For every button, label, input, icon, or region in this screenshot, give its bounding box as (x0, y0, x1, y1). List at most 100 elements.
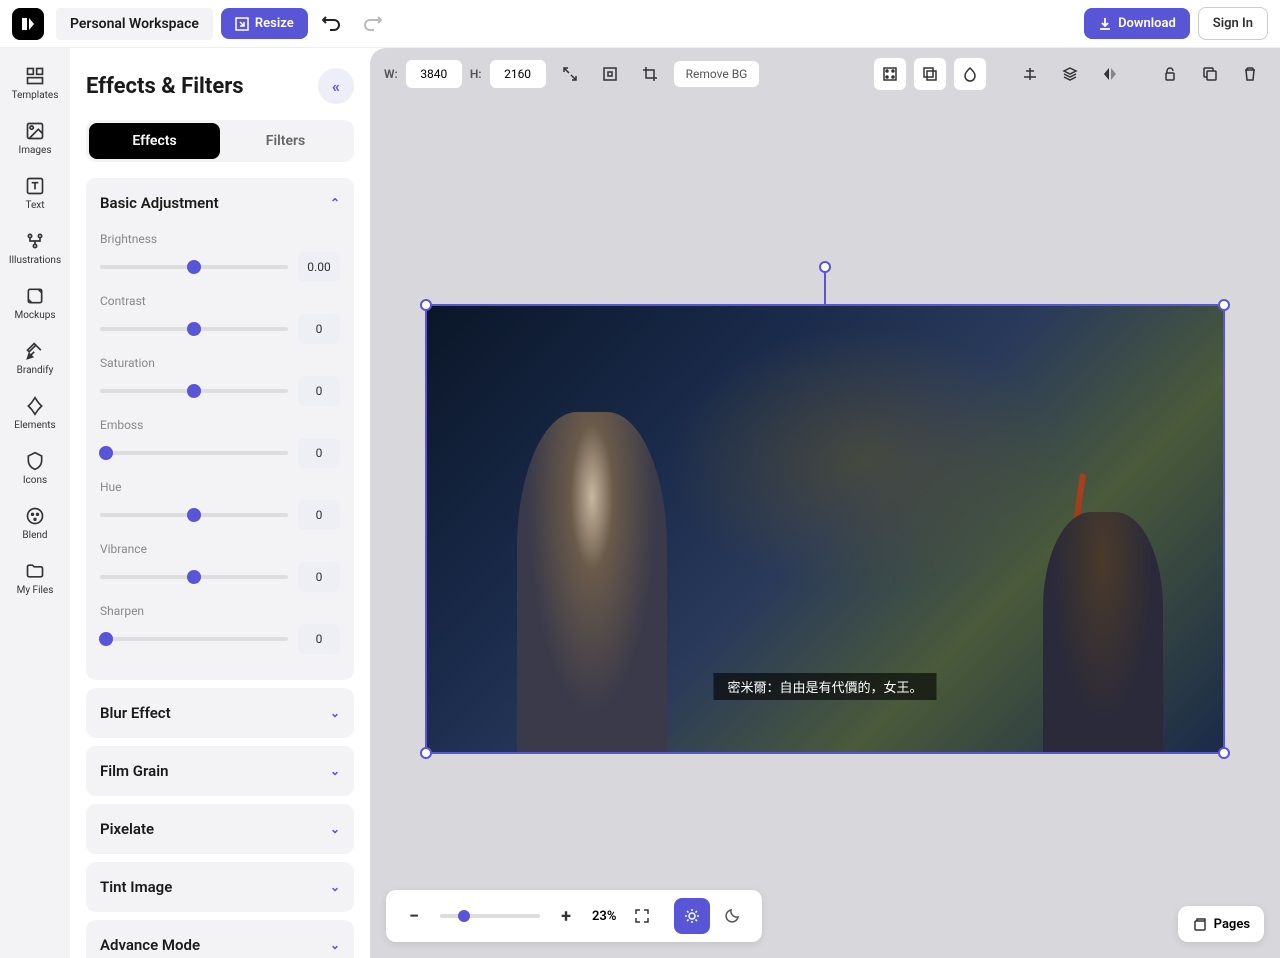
opacity-icon[interactable] (954, 58, 986, 90)
sharpen-slider[interactable] (100, 637, 288, 641)
nav-text[interactable]: Text (5, 168, 65, 219)
emboss-label: Emboss (100, 418, 340, 432)
effects-panel: Effects & Filters « Effects Filters Basi… (70, 48, 370, 958)
hue-slider[interactable] (100, 513, 288, 517)
chevron-down-icon: ⌄ (330, 706, 340, 720)
resize-button[interactable]: Resize (221, 8, 308, 39)
vibrance-slider[interactable] (100, 575, 288, 579)
light-mode-button[interactable] (674, 898, 710, 934)
contrast-value[interactable]: 0 (298, 314, 340, 344)
section-blur-header[interactable]: Blur Effect ⌄ (86, 688, 354, 738)
canvas-area: W: H: Remove BG (370, 48, 1280, 958)
chevron-down-icon: ⌄ (330, 880, 340, 894)
undo-button[interactable] (316, 9, 348, 39)
redo-button[interactable] (356, 9, 388, 39)
chevron-left-double-icon: « (332, 77, 340, 96)
nav-myfiles[interactable]: My Files (5, 553, 65, 604)
flip-icon[interactable] (1094, 58, 1126, 90)
copy-icon[interactable] (1194, 58, 1226, 90)
resize-handle-tr[interactable] (1218, 299, 1230, 311)
chevron-down-icon: ⌄ (330, 822, 340, 836)
nav-templates[interactable]: Templates (5, 58, 65, 109)
sharpen-value[interactable]: 0 (298, 624, 340, 654)
vibrance-value[interactable]: 0 (298, 562, 340, 592)
pages-icon (1192, 916, 1208, 932)
section-advance-header[interactable]: Advance Mode ⌄ (86, 920, 354, 958)
canvas-viewport[interactable]: 密米爾：自由是有代價的，女王。 (370, 100, 1280, 958)
saturation-slider[interactable] (100, 389, 288, 393)
fit-icon[interactable] (594, 58, 626, 90)
nav-elements[interactable]: Elements (5, 388, 65, 439)
lock-icon[interactable] (1154, 58, 1186, 90)
nav-mockups[interactable]: Mockups (5, 278, 65, 329)
fullscreen-icon[interactable] (626, 900, 658, 932)
app-logo[interactable] (12, 8, 44, 40)
section-blur: Blur Effect ⌄ (86, 688, 354, 738)
left-nav: Templates Images Text Illustrations Mock… (0, 48, 70, 958)
nav-brandify[interactable]: Brandify (5, 333, 65, 384)
hue-value[interactable]: 0 (298, 500, 340, 530)
sun-icon (683, 907, 701, 925)
brightness-slider[interactable] (100, 265, 288, 269)
chevron-down-icon: ⌄ (330, 938, 340, 952)
collapse-panel-button[interactable]: « (318, 68, 354, 104)
duplicate-icon[interactable] (914, 58, 946, 90)
brightness-label: Brightness (100, 232, 340, 246)
section-grain: Film Grain ⌄ (86, 746, 354, 796)
brightness-value[interactable]: 0.00 (298, 252, 340, 282)
chevron-up-icon: ⌃ (330, 196, 340, 210)
panel-title: Effects & Filters (86, 74, 244, 99)
download-button[interactable]: Download (1084, 8, 1190, 39)
resize-label: Resize (255, 16, 294, 31)
section-tint-header[interactable]: Tint Image ⌄ (86, 862, 354, 912)
position-icon[interactable] (874, 58, 906, 90)
pages-button[interactable]: Pages (1178, 906, 1264, 942)
align-icon[interactable] (1014, 58, 1046, 90)
rotate-connector (824, 272, 826, 304)
section-pixelate-header[interactable]: Pixelate ⌄ (86, 804, 354, 854)
tab-filters[interactable]: Filters (220, 123, 351, 159)
chevron-down-icon: ⌄ (330, 764, 340, 778)
nav-blend[interactable]: Blend (5, 498, 65, 549)
nav-images[interactable]: Images (5, 113, 65, 164)
width-input[interactable] (406, 60, 462, 88)
tab-effects[interactable]: Effects (89, 123, 220, 159)
sharpen-label: Sharpen (100, 604, 340, 618)
image-subtitle: 密米爾：自由是有代價的，女王。 (713, 673, 936, 700)
section-basic-adjustment: Basic Adjustment ⌃ Brightness 0.00 Contr… (86, 178, 354, 680)
moon-icon (723, 907, 741, 925)
height-input[interactable] (490, 60, 546, 88)
layers-icon[interactable] (1054, 58, 1086, 90)
zoom-out-button[interactable]: − (398, 900, 430, 932)
height-label: H: (470, 67, 482, 81)
nav-illustrations[interactable]: Illustrations (5, 223, 65, 274)
remove-bg-button[interactable]: Remove BG (674, 61, 760, 87)
rotate-handle[interactable] (819, 261, 831, 273)
contrast-slider[interactable] (100, 327, 288, 331)
section-tint: Tint Image ⌄ (86, 862, 354, 912)
section-basic-header[interactable]: Basic Adjustment ⌃ (86, 178, 354, 228)
nav-icons[interactable]: Icons (5, 443, 65, 494)
emboss-value[interactable]: 0 (298, 438, 340, 468)
section-pixelate: Pixelate ⌄ (86, 804, 354, 854)
download-label: Download (1118, 16, 1176, 31)
section-grain-header[interactable]: Film Grain ⌄ (86, 746, 354, 796)
saturation-label: Saturation (100, 356, 340, 370)
crop-icon[interactable] (634, 58, 666, 90)
resize-handle-bl[interactable] (420, 747, 432, 759)
section-advance: Advance Mode ⌄ (86, 920, 354, 958)
zoom-percent: 23% (592, 909, 616, 924)
resize-handle-br[interactable] (1218, 747, 1230, 759)
selected-image[interactable]: 密米爾：自由是有代價的，女王。 (425, 304, 1225, 754)
image-content: 密米爾：自由是有代價的，女王。 (427, 306, 1223, 752)
saturation-value[interactable]: 0 (298, 376, 340, 406)
workspace-selector[interactable]: Personal Workspace (56, 8, 213, 40)
resize-handle-tl[interactable] (420, 299, 432, 311)
expand-icon[interactable] (554, 58, 586, 90)
delete-icon[interactable] (1234, 58, 1266, 90)
zoom-slider[interactable] (440, 914, 540, 918)
zoom-in-button[interactable]: + (550, 900, 582, 932)
signin-button[interactable]: Sign In (1198, 7, 1268, 40)
emboss-slider[interactable] (100, 451, 288, 455)
dark-mode-button[interactable] (714, 898, 750, 934)
